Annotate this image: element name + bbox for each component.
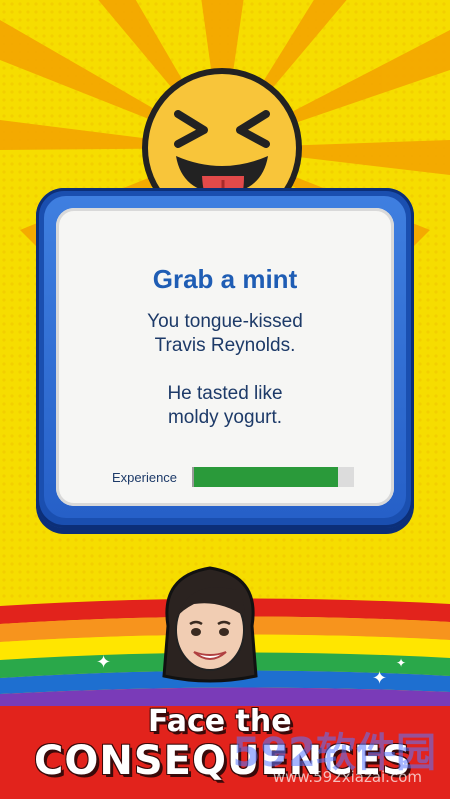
female-avatar-icon	[162, 566, 258, 683]
dialog-title: Grab a mint	[152, 264, 298, 294]
sparkle-icon: ✦	[372, 668, 388, 689]
watermark-url: www.592xiazai.com	[272, 768, 422, 786]
dialog-frame: Grab a mint You tongue-kissed Travis Rey…	[44, 196, 406, 518]
dialog-message-result: He tasted like moldy yogurt.	[167, 383, 283, 428]
result-dialog: Grab a mint You tongue-kissed Travis Rey…	[36, 188, 414, 528]
dialog-message-action: You tongue-kissed Travis Reynolds.	[147, 311, 303, 356]
dialog-panel: Grab a mint You tongue-kissed Travis Rey…	[56, 208, 394, 506]
experience-bar	[192, 467, 354, 487]
experience-label: Experience	[112, 470, 178, 485]
experience-bar-fill	[194, 467, 338, 487]
sparkle-icon: ✦	[396, 656, 407, 670]
sparkle-icon: ✦	[96, 652, 112, 673]
game-screen: Grab a mint You tongue-kissed Travis Rey…	[0, 0, 450, 799]
